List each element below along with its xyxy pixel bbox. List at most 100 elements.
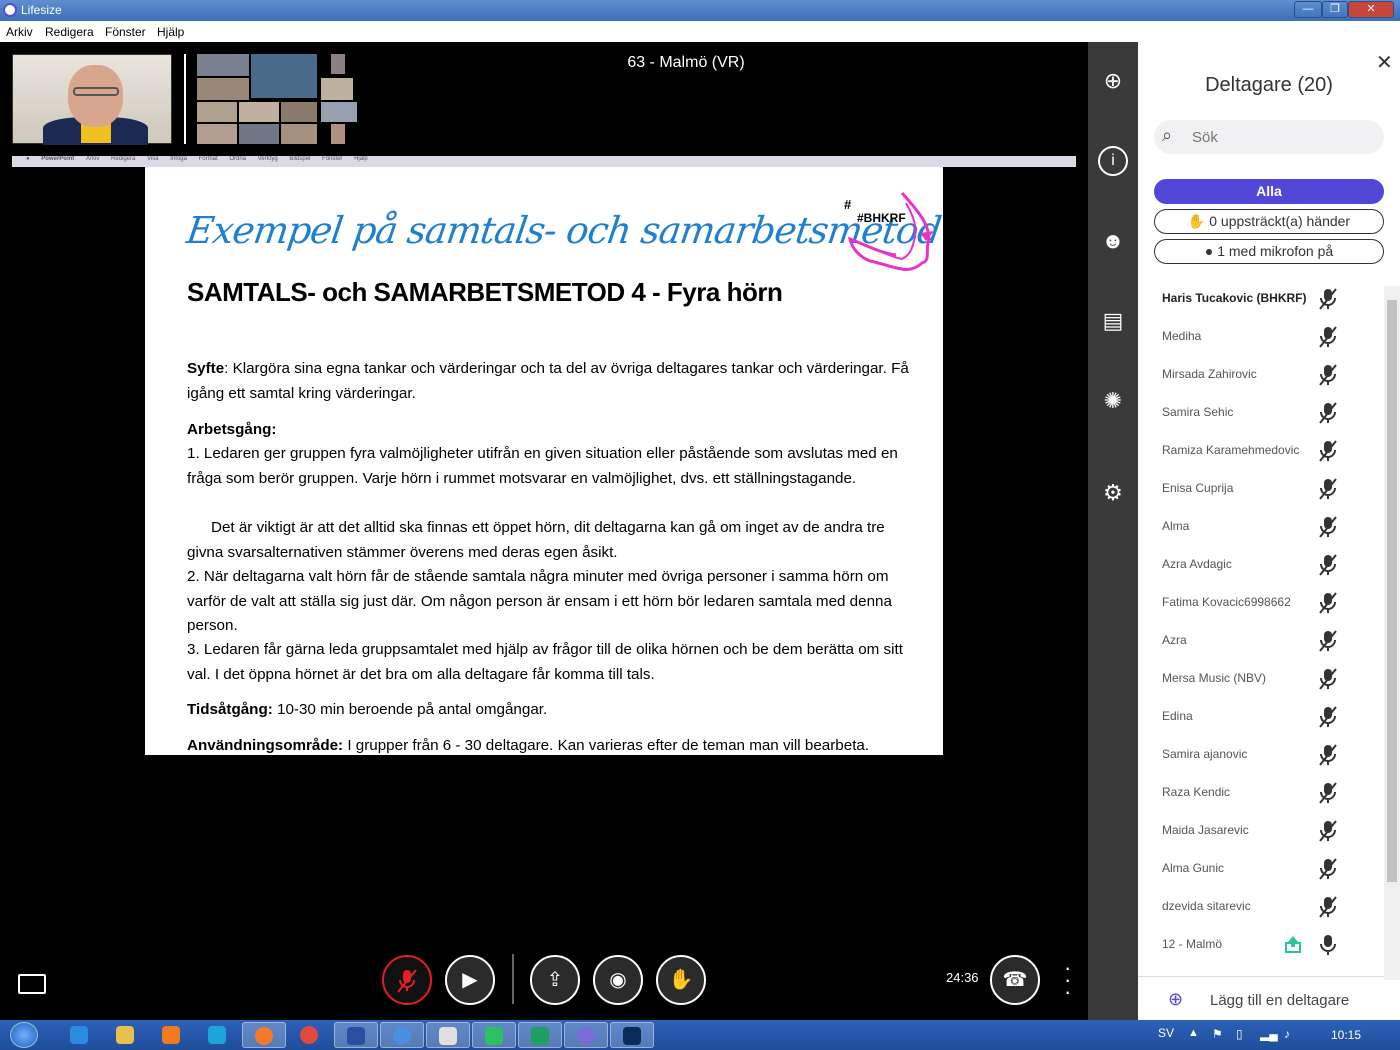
slide-subtitle: SAMTALS- och SAMARBETSMETOD 4 - Fyra hör… [187, 277, 783, 307]
taskbar-lifesize[interactable] [564, 1022, 608, 1048]
hang-up-icon: ☎ [1002, 969, 1028, 991]
mic-muted-icon[interactable] [1318, 744, 1338, 766]
mic-muted-icon[interactable] [1318, 820, 1338, 842]
mic-muted-icon[interactable] [1318, 630, 1338, 652]
maximize-button[interactable]: ❐ [1322, 1, 1348, 18]
participant-row[interactable]: Alma Gunic [1138, 850, 1384, 888]
menu-bar: Arkiv Redigera Fönster Hjälp [0, 21, 1400, 42]
filter-mic-on-button[interactable]: ● 1 med mikrofon på [1154, 239, 1384, 264]
mic-muted-icon[interactable] [1318, 706, 1338, 728]
participant-row[interactable]: Mediha [1138, 318, 1384, 356]
participant-row[interactable]: Enisa Cuprija [1138, 470, 1384, 508]
participants-icon[interactable]: ☻ [1098, 226, 1128, 256]
chat-icon[interactable]: ▤ [1098, 306, 1128, 336]
menu-redigera[interactable]: Redigera [45, 25, 94, 39]
menu-fonster[interactable]: Fönster [105, 25, 146, 39]
add-participant-button[interactable]: ⊕ Lägg till en deltagare [1138, 976, 1400, 1020]
share-screen-button[interactable]: ⇪ [530, 955, 580, 1005]
info-icon[interactable]: i [1098, 146, 1128, 176]
search-input[interactable] [1192, 126, 1372, 148]
participant-name: Haris Tucakovic (BHKRF) [1162, 291, 1307, 305]
search-box[interactable]: ⌕ [1154, 120, 1384, 154]
controls-divider [512, 954, 514, 1004]
mic-muted-icon[interactable] [1318, 858, 1338, 880]
tray-battery-icon[interactable]: ▯ [1236, 1027, 1243, 1041]
taskbar-edge[interactable] [196, 1022, 240, 1048]
mic-muted-icon[interactable] [1318, 668, 1338, 690]
scrollbar-thumb[interactable] [1387, 300, 1397, 882]
mic-muted-icon [397, 969, 417, 993]
window-title: Lifesize [21, 3, 62, 17]
participant-row[interactable]: Maida Jasarevic [1138, 812, 1384, 850]
participant-list[interactable]: Haris Tucakovic (BHKRF) Mediha Mirsada Zah… [1138, 280, 1384, 976]
taskbar-media[interactable] [150, 1022, 194, 1048]
effects-icon[interactable]: ✺ [1098, 386, 1128, 416]
participant-row[interactable]: Mersa Music (NBV) [1138, 660, 1384, 698]
mic-muted-icon[interactable] [1318, 478, 1338, 500]
mic-muted-icon[interactable] [1318, 592, 1338, 614]
participant-row[interactable]: Mirsada Zahirovic [1138, 356, 1384, 394]
end-call-button[interactable]: ☎ [990, 955, 1040, 1005]
taskbar-app[interactable] [426, 1022, 470, 1048]
minimize-button[interactable]: — [1294, 1, 1322, 18]
participant-row[interactable]: Azra [1138, 622, 1384, 660]
mic-muted-icon[interactable] [1318, 782, 1338, 804]
layout-toggle-icon[interactable] [18, 974, 46, 994]
participant-row[interactable]: Fatima Kovacic6998662 [1138, 584, 1384, 622]
participant-row[interactable]: Samira ajanovic [1138, 736, 1384, 774]
start-button[interactable] [4, 1020, 44, 1050]
participant-row[interactable]: Samira Sehic [1138, 394, 1384, 432]
menu-hjalp[interactable]: Hjälp [157, 25, 184, 39]
taskbar-ie[interactable] [58, 1022, 102, 1048]
participant-row[interactable]: Ramiza Karamehmedovic [1138, 432, 1384, 470]
taskbar-photoshop[interactable] [610, 1022, 654, 1048]
tray-clock[interactable]: 10:15 [1331, 1028, 1361, 1042]
add-user-icon[interactable]: ⊕ [1098, 66, 1128, 96]
mic-muted-icon[interactable] [1318, 364, 1338, 386]
lifesize-logo-icon [3, 3, 17, 17]
participant-row[interactable]: Haris Tucakovic (BHKRF) [1138, 280, 1384, 318]
filter-all-button[interactable]: Alla [1154, 179, 1384, 204]
raise-hand-button[interactable]: ✋ [656, 955, 706, 1005]
participant-name: Fatima Kovacic6998662 [1162, 595, 1291, 609]
menu-arkiv[interactable]: Arkiv [6, 25, 33, 39]
tray-arrow-icon[interactable]: ▲ [1188, 1027, 1199, 1039]
participant-row[interactable]: Edina [1138, 698, 1384, 736]
close-window-button[interactable]: ✕ [1348, 1, 1394, 18]
record-button[interactable]: ◉ [593, 955, 643, 1005]
mic-muted-icon[interactable] [1318, 440, 1338, 462]
mic-muted-icon[interactable] [1318, 326, 1338, 348]
tray-language[interactable]: SV [1158, 1026, 1174, 1040]
camera-button[interactable]: ▶ [445, 955, 495, 1005]
participant-row[interactable]: Azra Avdagic [1138, 546, 1384, 584]
mic-muted-icon[interactable] [1318, 288, 1338, 310]
tray-flag-icon[interactable]: ⚑ [1212, 1027, 1223, 1041]
taskbar-explorer[interactable] [104, 1022, 148, 1048]
participant-row[interactable]: 12 - Malmö [1138, 926, 1384, 964]
taskbar-app[interactable] [472, 1022, 516, 1048]
mute-microphone-button[interactable] [382, 955, 432, 1005]
mic-muted-icon[interactable] [1318, 896, 1338, 918]
participant-list-scrollbar[interactable] [1384, 286, 1400, 980]
participant-row[interactable]: Alma [1138, 508, 1384, 546]
taskbar-firefox[interactable] [242, 1022, 286, 1048]
close-icon[interactable]: ✕ [1376, 50, 1393, 75]
taskbar-security[interactable] [518, 1022, 562, 1048]
tray-volume-icon[interactable]: ♪ [1284, 1027, 1290, 1041]
mic-muted-icon[interactable] [1318, 402, 1338, 424]
shared-menu-item: Redigera [111, 156, 136, 162]
taskbar-chrome[interactable] [288, 1022, 332, 1048]
shared-menu-item: Infoga [170, 156, 187, 162]
settings-gear-icon[interactable]: ⚙ [1098, 478, 1128, 508]
mic-muted-icon[interactable] [1318, 516, 1338, 538]
participant-row[interactable]: Raza Kendic [1138, 774, 1384, 812]
participant-name: Ramiza Karamehmedovic [1162, 443, 1300, 457]
taskbar-app[interactable] [334, 1022, 378, 1048]
participant-row[interactable]: dzevida sitarevic [1138, 888, 1384, 926]
more-options-icon[interactable]: · · · [1064, 957, 1072, 1003]
filter-raised-hands-button[interactable]: ✋ 0 uppsträckt(a) händer [1154, 209, 1384, 234]
mic-on-icon[interactable] [1318, 934, 1338, 956]
mic-muted-icon[interactable] [1318, 554, 1338, 576]
tray-network-icon[interactable]: ▂▄ [1260, 1027, 1278, 1041]
taskbar-app[interactable] [380, 1022, 424, 1048]
